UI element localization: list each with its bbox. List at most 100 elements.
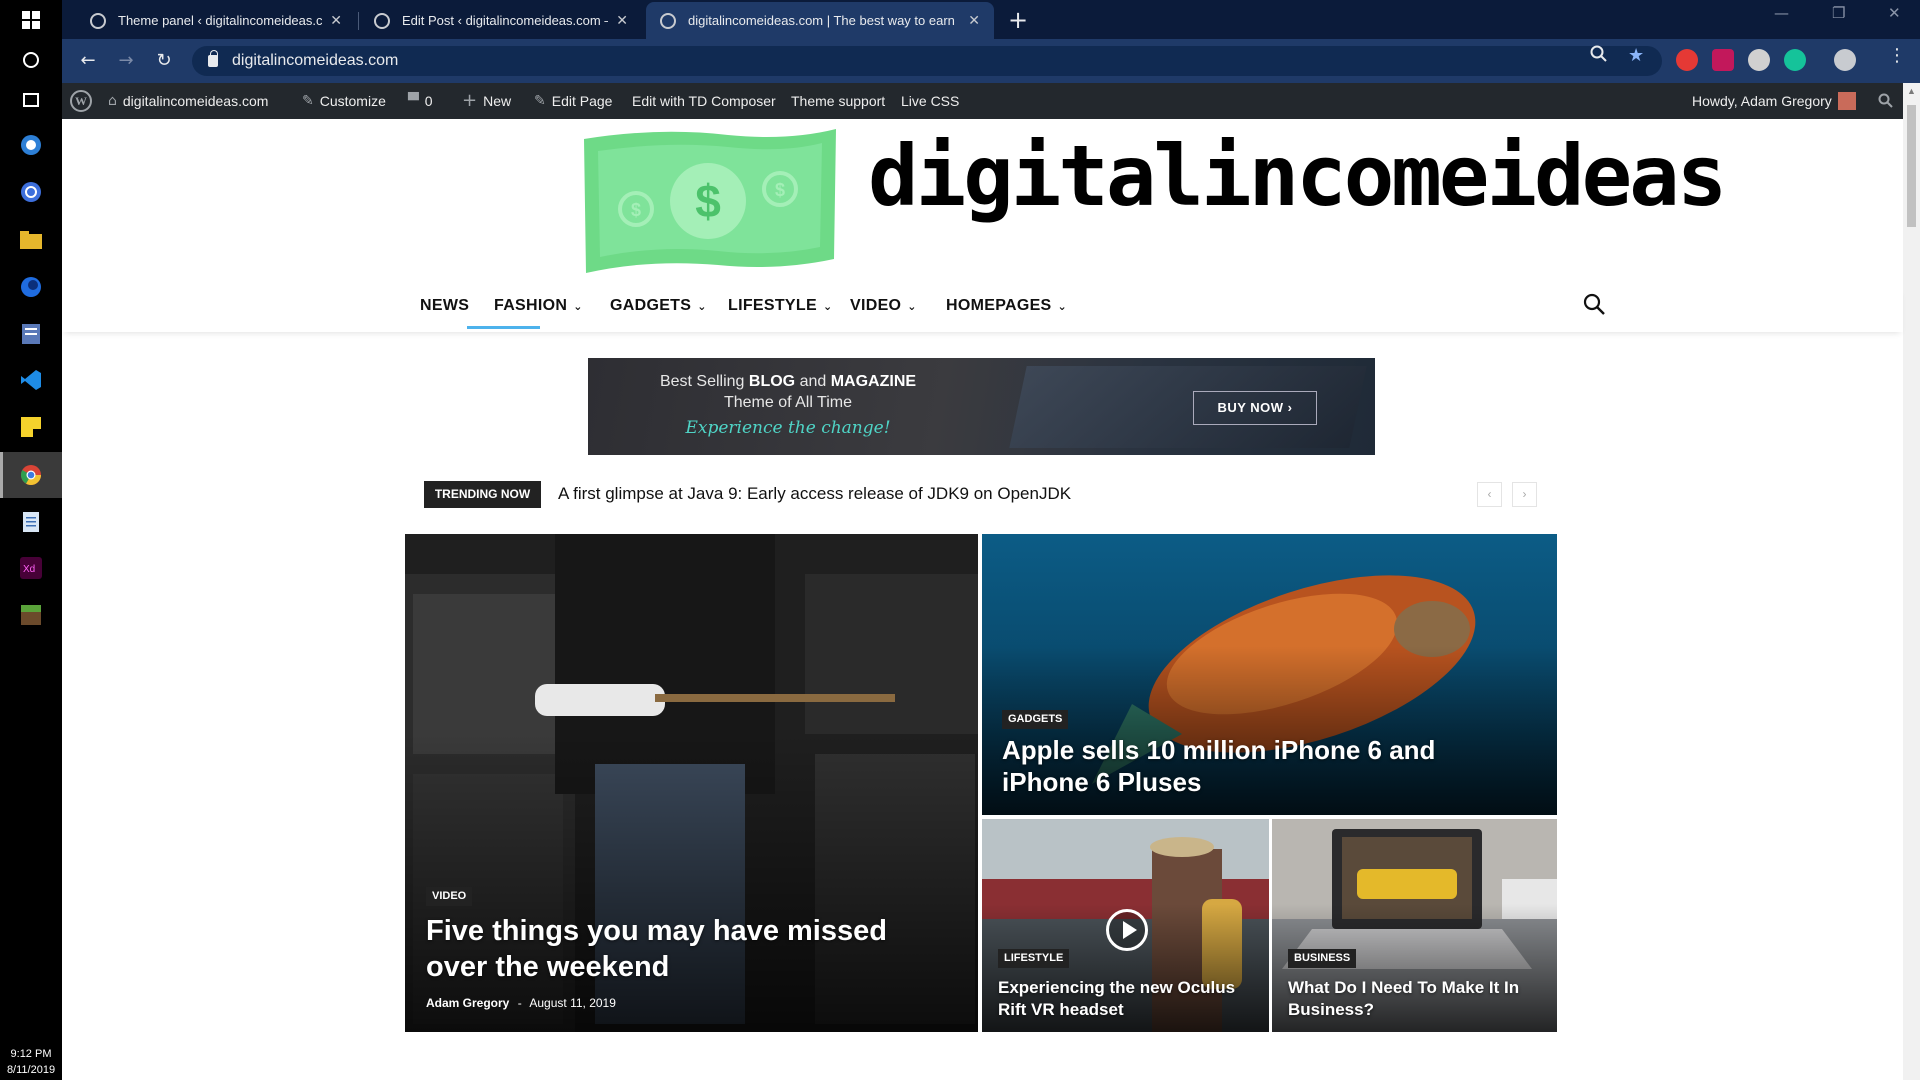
wp-logo-menu[interactable]: W (70, 83, 92, 119)
reload-icon[interactable]: ↻ (152, 49, 176, 73)
profile-avatar-icon[interactable] (1834, 49, 1856, 71)
zoom-icon[interactable] (1590, 45, 1608, 67)
menu-item-fashion[interactable]: FASHION ⌄ (494, 288, 583, 332)
admin-account-menu[interactable]: Howdy, Adam Gregory (1692, 83, 1856, 119)
svg-text:$: $ (775, 180, 785, 200)
close-window-icon[interactable]: ✕ (1888, 4, 1901, 22)
site-wordmark[interactable]: digitalincomeideas (868, 134, 1727, 218)
adobe-xd-icon[interactable]: Xd (19, 556, 43, 580)
main-menu: NEWS FASHION ⌄ GADGETS ⌄ LIFESTYLE ⌄ VIDEO ⌄… (62, 288, 1903, 332)
new-tab-button[interactable]: + (1004, 6, 1032, 34)
tile-gradient (405, 733, 978, 1032)
chrome-menu-icon[interactable]: ⋮ (1888, 45, 1906, 66)
extension-red-icon[interactable] (1676, 49, 1698, 71)
admin-live-css-link[interactable]: Live CSS (901, 83, 959, 119)
avatar (1837, 92, 1856, 110)
clock-time: 9:12 PM (10, 1048, 52, 1060)
app-icon-blue-circle[interactable] (19, 133, 43, 157)
windows-start-icon[interactable] (19, 8, 43, 32)
admin-search-icon[interactable] (1878, 83, 1894, 119)
close-tab-icon[interactable]: ✕ (330, 12, 342, 29)
sticky-notes-icon[interactable] (19, 415, 43, 439)
chevron-down-icon: ⌄ (697, 300, 707, 313)
grammarly-icon[interactable] (1784, 49, 1806, 71)
scroll-up-icon[interactable]: ▲ (1903, 83, 1920, 100)
brush-icon: ✎ (302, 93, 314, 109)
notepad-icon[interactable] (19, 510, 43, 534)
tab-theme-panel[interactable]: Theme panel ‹ digitalincomeideas.com ✕ (76, 2, 356, 39)
site-search-icon[interactable] (1582, 292, 1608, 318)
trending-next-chevron-icon[interactable]: › (1512, 482, 1537, 507)
clock-date: 8/11/2019 (6, 1064, 56, 1076)
comment-bubble-icon: ▀ (408, 93, 419, 109)
page-scrollbar[interactable]: ▲ (1903, 83, 1920, 1080)
menu-item-video[interactable]: VIDEO ⌄ (850, 288, 917, 332)
minecraft-icon[interactable] (19, 603, 43, 627)
post-title[interactable]: Apple sells 10 million iPhone 6 and iPho… (1002, 734, 1462, 798)
admin-new-link[interactable]: + New (462, 83, 511, 119)
restore-icon[interactable]: ❐ (1832, 4, 1845, 22)
post-author[interactable]: Adam Gregory (426, 996, 509, 1010)
close-tab-icon[interactable]: ✕ (968, 12, 980, 29)
bookmark-star-icon[interactable]: ★ (1628, 45, 1644, 66)
admin-theme-support-link[interactable]: Theme support (791, 83, 885, 119)
extension-mic-icon[interactable] (1712, 49, 1734, 71)
admin-customize-link[interactable]: ✎ Customize (302, 83, 386, 119)
category-badge[interactable]: VIDEO (426, 887, 473, 906)
post-title[interactable]: Five things you may have missed over the… (426, 913, 926, 985)
browser-tab-bar: Theme panel ‹ digitalincomeideas.com ✕ E… (62, 0, 1920, 39)
post-title[interactable]: Experiencing the new Oculus Rift VR head… (998, 977, 1258, 1021)
cortana-search-icon[interactable] (19, 48, 43, 72)
howdy-label: Howdy, Adam Gregory (1692, 93, 1832, 109)
extension-grey-icon[interactable] (1748, 49, 1770, 71)
chevron-down-icon: ⌄ (907, 300, 917, 313)
menu-item-homepages[interactable]: HOMEPAGES ⌄ (946, 288, 1067, 332)
site-logo-money-icon[interactable]: $ $ $ (578, 121, 840, 281)
admin-site-link[interactable]: ⌂ digitalincomeideas.com (108, 83, 268, 119)
lock-icon (208, 50, 218, 67)
task-view-icon[interactable] (19, 88, 43, 112)
trending-headline-link[interactable]: A first glimpse at Java 9: Early access … (558, 484, 1071, 504)
trending-label: TRENDING NOW (424, 481, 541, 508)
ad-banner[interactable]: Best Selling BLOG and MAGAZINE Theme of … (588, 358, 1375, 455)
app-icon-document[interactable] (19, 322, 43, 346)
menu-item-gadgets[interactable]: GADGETS ⌄ (610, 288, 707, 332)
meta-separator: - (517, 996, 522, 1010)
category-badge[interactable]: BUSINESS (1288, 949, 1357, 968)
menu-item-news[interactable]: NEWS (420, 288, 469, 332)
post-title[interactable]: What Do I Need To Make It In Business? (1288, 977, 1548, 1021)
system-clock[interactable]: 9:12 PM 8/11/2019 (0, 1044, 62, 1080)
edit-page-label: Edit Page (551, 93, 613, 109)
banner-subline: Theme of All Time (723, 394, 853, 411)
category-badge[interactable]: LIFESTYLE (998, 949, 1070, 968)
admin-edit-page-link[interactable]: ✎ Edit Page (534, 83, 612, 119)
chevron-down-icon: ⌄ (822, 300, 833, 313)
close-tab-icon[interactable]: ✕ (616, 12, 628, 29)
tab-edit-post[interactable]: Edit Post ‹ digitalincomeideas.com — Wor… (360, 2, 642, 39)
chrome-icon[interactable] (19, 463, 43, 487)
app-icon-blue-ring[interactable] (19, 180, 43, 204)
menu-item-label: NEWS (420, 297, 470, 314)
forward-arrow-icon[interactable]: → (114, 49, 138, 73)
featured-post-lifestyle[interactable]: LIFESTYLE Experiencing the new Oculus Ri… (982, 819, 1269, 1032)
new-label: New (483, 93, 512, 109)
tab-title: Theme panel ‹ digitalincomeideas.com (118, 13, 323, 28)
trending-prev-chevron-icon[interactable]: ‹ (1477, 482, 1502, 507)
admin-comments-link[interactable]: ▀ 0 (408, 83, 433, 119)
vscode-icon[interactable] (19, 368, 43, 392)
address-bar[interactable]: digitalincomeideas.com (192, 46, 1662, 76)
firefox-icon[interactable] (19, 275, 43, 299)
back-arrow-icon[interactable]: ← (76, 49, 100, 73)
category-badge[interactable]: GADGETS (1002, 710, 1069, 729)
featured-post-business[interactable]: BUSINESS What Do I Need To Make It In Bu… (1272, 819, 1557, 1032)
menu-item-lifestyle[interactable]: LIFESTYLE ⌄ (728, 288, 832, 332)
buy-now-button[interactable]: BUY NOW › (1193, 391, 1317, 425)
play-video-icon[interactable] (1106, 909, 1148, 951)
tab-digitalincomeideas-active[interactable]: digitalincomeideas.com | The best way to… (646, 2, 994, 39)
featured-post-video[interactable]: VIDEO Five things you may have missed ov… (405, 534, 978, 1032)
minimize-icon[interactable]: — (1774, 4, 1789, 22)
scroll-thumb[interactable] (1907, 105, 1916, 227)
admin-td-composer-link[interactable]: Edit with TD Composer (632, 83, 776, 119)
file-explorer-icon[interactable] (19, 228, 43, 252)
featured-post-gadgets[interactable]: GADGETS Apple sells 10 million iPhone 6 … (982, 534, 1557, 815)
